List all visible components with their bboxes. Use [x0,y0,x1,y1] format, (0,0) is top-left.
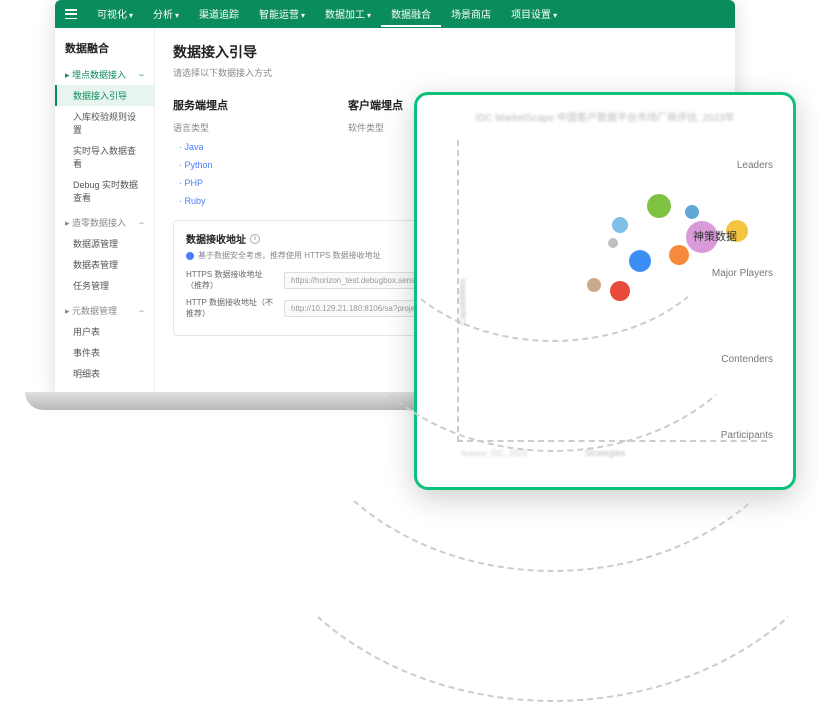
chevron-down-icon: ▾ [175,11,179,20]
hamburger-icon[interactable] [65,9,77,19]
marketscape-chart: Leaders Major Players Contenders Partici… [433,132,777,472]
sidebar: 数据融合 ▸ 埋点数据接入−数据接入引导入库校验规则设置实时导入数据查看Debu… [55,28,155,398]
bubble-vendor8 [610,281,630,301]
lang-java[interactable]: · Java [173,140,228,154]
callout-sensors: 神策数据 [693,228,737,244]
language-list: · Java · Python · PHP · Ruby [173,140,228,208]
endpoint-sub: 软件类型 [348,121,403,134]
endpoint-title: 客户端埋点 [348,97,403,113]
quad-participants: Participants [721,430,773,441]
marketscape-overlay: IDC MarketScape 中国客户数据平台市场厂商评估, 2023年 Le… [414,92,796,490]
hint-dot-icon [186,252,194,260]
chart-source: Source: IDC, 2023 [461,449,527,458]
card-title-text: 数据接收地址 [186,231,246,246]
page-subtitle: 请选择以下数据接入方式 [173,66,717,79]
chevron-down-icon: ▾ [301,11,305,20]
quad-leaders: Leaders [737,160,773,171]
page-title: 数据接入引导 [173,42,717,62]
topbar: 可视化▾分析▾渠道追踪智能运营▾数据加工▾数据融合场景商店项目设置▾ [55,0,735,28]
y-axis-label: Capabilities [457,279,467,326]
topbar-item-5[interactable]: 数据融合 [381,2,441,27]
sidebar-item-0-3[interactable]: Debug 实时数据查看 [55,174,154,208]
chevron-down-icon: ▾ [553,11,557,20]
url-label: HTTP 数据接收地址（不推荐） [186,297,278,319]
sidebar-group-1[interactable]: ▸ 造零数据接入− [55,212,154,233]
topbar-item-0[interactable]: 可视化▾ [87,2,143,27]
chevron-down-icon: ▾ [129,11,133,20]
topbar-item-2[interactable]: 渠道追踪 [189,2,249,27]
quad-major: Major Players [712,268,773,279]
info-icon[interactable]: i [250,234,260,244]
sidebar-item-2-1[interactable]: 事件表 [55,342,154,363]
lang-python[interactable]: · Python [173,158,228,172]
endpoint-title: 服务端埋点 [173,97,228,113]
topbar-item-7[interactable]: 项目设置▾ [501,2,567,27]
sidebar-item-1-1[interactable]: 数据表管理 [55,254,154,275]
sidebar-item-0-1[interactable]: 入库校验规则设置 [55,106,154,140]
quad-contenders: Contenders [721,354,773,365]
bubble-vendor6 [612,217,628,233]
sidebar-title: 数据融合 [55,36,154,60]
sidebar-group-2[interactable]: ▸ 元数据管理− [55,300,154,321]
bubble-vendor4 [669,245,689,265]
bubble-vendor5 [629,250,651,272]
endpoint-server: 服务端埋点 语言类型 · Java · Python · PHP · Ruby [173,97,228,208]
topbar-item-1[interactable]: 分析▾ [143,2,189,27]
chevron-down-icon: ▾ [367,11,371,20]
endpoint-sub: 语言类型 [173,121,228,134]
sidebar-item-1-0[interactable]: 数据源管理 [55,233,154,254]
topbar-item-3[interactable]: 智能运营▾ [249,2,315,27]
lang-php[interactable]: · PHP [173,176,228,190]
bubble-vendor9 [587,278,601,292]
lang-ruby[interactable]: · Ruby [173,194,228,208]
sidebar-item-2-2[interactable]: 明细表 [55,363,154,384]
topbar-item-4[interactable]: 数据加工▾ [315,2,381,27]
sidebar-item-1-2[interactable]: 任务管理 [55,275,154,296]
x-axis-label: Strategies [585,448,626,458]
topbar-item-6[interactable]: 场景商店 [441,2,501,27]
url-label: HTTPS 数据接收地址（推荐） [186,269,278,291]
sidebar-item-0-0[interactable]: 数据接入引导 [55,85,154,106]
sidebar-item-0-2[interactable]: 实时导入数据查看 [55,140,154,174]
sidebar-item-2-0[interactable]: 用户表 [55,321,154,342]
sidebar-group-0[interactable]: ▸ 埋点数据接入− [55,64,154,85]
